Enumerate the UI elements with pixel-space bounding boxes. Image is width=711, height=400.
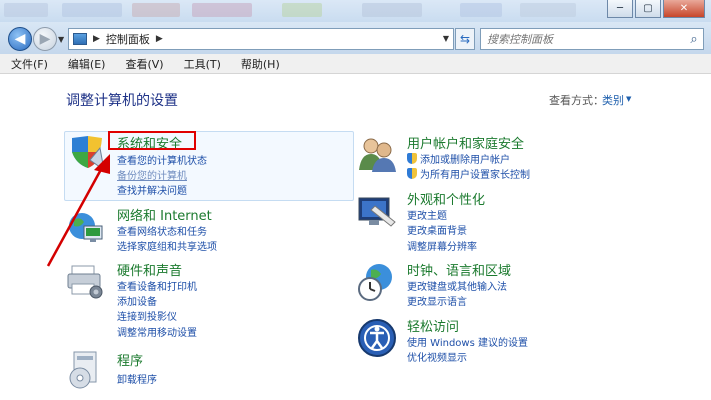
breadcrumb-chevron-icon[interactable]: ▶	[156, 34, 163, 44]
background-tab	[282, 3, 322, 17]
background-tab	[4, 3, 48, 17]
menu-help[interactable]: 帮助(H)	[238, 55, 283, 73]
forward-button[interactable]: ▶	[33, 27, 57, 51]
background-tab	[520, 3, 576, 17]
breadcrumb-chevron-icon[interactable]: ▶	[93, 34, 100, 44]
annotation-arrow-icon	[46, 154, 110, 267]
navigation-bar: ◀ ▶ ▼ ▶ 控制面板 ▶ ▼ ⇆ ⌕	[0, 22, 711, 54]
menu-bar: 文件(F) 编辑(E) 查看(V) 工具(T) 帮助(H)	[0, 54, 711, 74]
background-tab	[132, 3, 180, 17]
minimize-button[interactable]: ─	[607, 0, 633, 18]
window-titlebar: ─ ▢ ✕	[0, 0, 711, 22]
background-tab	[460, 3, 502, 17]
menu-file[interactable]: 文件(F)	[8, 55, 51, 73]
forward-arrow-icon: ▶	[39, 31, 51, 47]
background-tab	[192, 3, 252, 17]
search-input[interactable]	[487, 32, 685, 46]
close-button[interactable]: ✕	[663, 0, 705, 18]
back-arrow-icon: ◀	[14, 31, 26, 47]
maximize-button[interactable]: ▢	[635, 0, 661, 18]
address-dropdown-icon[interactable]: ▼	[443, 34, 449, 43]
recent-pages-dropdown[interactable]: ▼	[58, 35, 64, 44]
menu-edit[interactable]: 编辑(E)	[65, 55, 109, 73]
refresh-button[interactable]: ⇆	[455, 28, 475, 50]
search-box[interactable]: ⌕	[480, 28, 704, 50]
back-button[interactable]: ◀	[8, 27, 32, 51]
refresh-icon: ⇆	[459, 32, 471, 46]
breadcrumb-control-panel[interactable]: 控制面板	[106, 31, 150, 47]
search-icon[interactable]: ⌕	[685, 32, 703, 47]
menu-tools[interactable]: 工具(T)	[181, 55, 224, 73]
menu-view[interactable]: 查看(V)	[122, 55, 166, 73]
background-tab	[62, 3, 122, 17]
address-bar[interactable]: ▶ 控制面板 ▶ ▼	[68, 28, 454, 50]
control-panel-icon	[73, 33, 87, 45]
control-panel-content: 调整计算机的设置 查看方式： 类别 ▼ 系统和安全 查看您的计算机状态 备份您的…	[0, 74, 711, 400]
background-tab	[362, 3, 422, 17]
